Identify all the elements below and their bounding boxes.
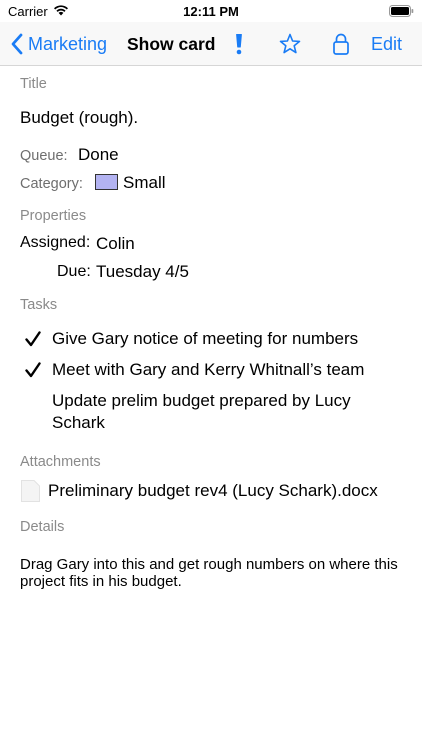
attachments-section-label: Attachments [20, 454, 101, 470]
back-button-label: Marketing [28, 33, 108, 54]
lock-icon[interactable] [332, 32, 350, 56]
category-label: Category: [20, 176, 83, 192]
attachment-link[interactable]: Preliminary budget rev4 (Lucy Schark).do… [48, 481, 378, 501]
due-value: Tuesday 4/5 [96, 262, 189, 281]
queue-value: Done [78, 145, 119, 164]
status-bar: Carrier 12:11 PM [0, 0, 422, 22]
assigned-label: Assigned: [20, 234, 91, 251]
page-title: Show card [127, 34, 216, 54]
properties-section-label: Properties [20, 208, 87, 224]
clock: 12:11 PM [183, 4, 239, 19]
back-button[interactable]: Marketing [10, 22, 107, 66]
task-item-2[interactable]: Meet with Gary and Kerry Whitnall’s team [52, 359, 402, 381]
star-icon[interactable] [279, 32, 301, 56]
assigned-value: Colin [96, 234, 135, 253]
checkmark-icon[interactable] [25, 331, 41, 347]
show-card-screen: Carrier 12:11 PM Marketing Show card Edi… [0, 0, 422, 750]
chevron-left-icon [11, 33, 23, 55]
details-text: Drag Gary into this and get rough number… [20, 556, 398, 590]
task-item-1[interactable]: Give Gary notice of meeting for numbers [52, 328, 402, 350]
exclamation-icon[interactable] [232, 32, 246, 56]
edit-button[interactable]: Edit [371, 22, 402, 66]
tasks-section-label: Tasks [20, 297, 58, 313]
battery-icon [389, 5, 414, 17]
queue-label: Queue: [20, 148, 68, 164]
category-color-swatch [95, 174, 118, 190]
details-section-label: Details [20, 519, 65, 535]
navigation-bar: Marketing Show card Edit [0, 22, 422, 66]
category-value: Small [123, 173, 166, 192]
task-item-3[interactable]: Update prelim budget prepared by Lucy Sc… [52, 390, 382, 434]
document-icon [21, 480, 40, 502]
card-title: Budget (rough). [20, 108, 139, 127]
title-section-label: Title [20, 76, 47, 92]
checkmark-icon[interactable] [25, 362, 41, 378]
due-label: Due: [57, 263, 91, 280]
